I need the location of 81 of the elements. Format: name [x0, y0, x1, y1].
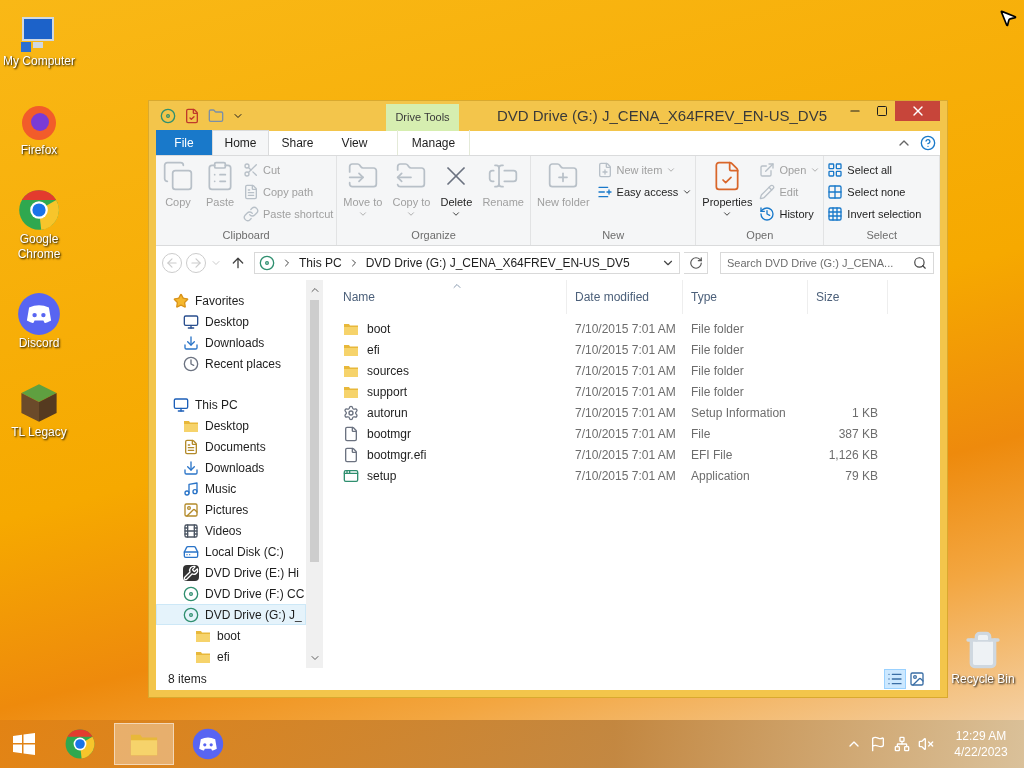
ribbon-group-label: Select: [865, 227, 898, 243]
ribbon-group-label: New: [601, 227, 626, 243]
breadcrumb-segment[interactable]: This PC: [299, 254, 342, 272]
size-cell-text: 1,126 KB: [828, 446, 878, 464]
file-row[interactable]: support 7/10/2015 7:01 AM File folder: [335, 381, 940, 402]
file-name: sources: [367, 362, 410, 380]
ribbon-group-label: Organize: [410, 227, 457, 243]
date-cell-text: 7/10/2015 7:01 AM: [574, 320, 677, 338]
ribbon-command[interactable]: Select none: [827, 182, 922, 202]
column-header[interactable]: Type: [683, 280, 808, 314]
date-cell-text: 7/10/2015 7:01 AM: [574, 446, 677, 464]
file-name: boot: [367, 320, 391, 338]
type-cell-text: File folder: [690, 341, 745, 359]
ribbon-command[interactable]: Properties: [699, 160, 756, 227]
file-name: efi: [367, 341, 380, 359]
nav-item[interactable]: Desktop: [156, 415, 306, 436]
ribbon-tab[interactable]: Home: [212, 130, 269, 155]
nav-item[interactable]: efi: [156, 646, 306, 667]
size-cell-text: 79 KB: [845, 467, 878, 485]
nav-item[interactable]: DVD Drive (E:) Hi: [156, 562, 306, 583]
nav-item[interactable]: Music: [156, 478, 306, 499]
date-cell-text: 7/10/2015 7:01 AM: [574, 425, 677, 443]
nav-item[interactable]: Downloads: [156, 457, 306, 478]
nav-item[interactable]: Local Disk (C:): [156, 541, 306, 562]
type-cell-text: File: [690, 425, 712, 443]
date-cell-text: 7/10/2015 7:01 AM: [574, 404, 677, 422]
type-cell-text: File folder: [690, 383, 745, 401]
type-cell-text: Setup Information: [690, 404, 787, 422]
type-cell-text: File folder: [690, 362, 745, 380]
nav-item[interactable]: Desktop: [156, 311, 306, 332]
file-name: support: [367, 383, 408, 401]
address-bar[interactable]: This PC DVD Drive (G:) J_CENA_X64FREV_EN-US_DV5: [254, 252, 680, 274]
ribbon-tab[interactable]: File: [156, 130, 212, 155]
ribbon-command[interactable]: Invert selection: [827, 204, 922, 224]
nav-item[interactable]: Downloads: [156, 332, 306, 353]
date-cell-text: 7/10/2015 7:01 AM: [574, 383, 677, 401]
ribbon-command[interactable]: History: [759, 204, 821, 224]
file-row[interactable]: boot 7/10/2015 7:01 AM File folder: [335, 318, 940, 339]
file-row[interactable]: autorun 7/10/2015 7:01 AM Setup Information 1 KB: [335, 402, 940, 423]
file-name: bootmgr: [367, 425, 412, 443]
file-name: setup: [367, 467, 397, 485]
ribbon-tab[interactable]: Share: [269, 130, 326, 155]
nav-item[interactable]: Documents: [156, 436, 306, 457]
file-row[interactable]: bootmgr 7/10/2015 7:01 AM File 387 KB: [335, 423, 940, 444]
breadcrumb-segment[interactable]: DVD Drive (G:) J_CENA_X64FREV_EN-US_DV5: [365, 254, 630, 272]
status-text: 8 items: [168, 671, 208, 688]
column-header[interactable]: Date modified: [567, 280, 683, 314]
nav-item[interactable]: Pictures: [156, 499, 306, 520]
ribbon-command[interactable]: Select all: [827, 160, 922, 180]
date-cell-text: 7/10/2015 7:01 AM: [574, 341, 677, 359]
nav-item[interactable]: Videos: [156, 520, 306, 541]
column-header[interactable]: Size: [808, 280, 888, 314]
ribbon-command[interactable]: Delete: [437, 160, 476, 227]
ribbon-tab[interactable]: Manage: [397, 130, 470, 155]
ribbon-command[interactable]: Easy access: [596, 182, 693, 202]
search-field[interactable]: Search DVD Drive (G:) J_CENA...: [720, 252, 934, 274]
file-row[interactable]: bootmgr.efi 7/10/2015 7:01 AM EFI File 1,126 KB: [335, 444, 940, 465]
file-row[interactable]: setup 7/10/2015 7:01 AM Application 79 KB: [335, 465, 940, 486]
nav-item[interactable]: Favorites: [156, 290, 306, 311]
nav-item[interactable]: Recent places: [156, 353, 306, 374]
date-cell-text: 7/10/2015 7:01 AM: [574, 467, 677, 485]
size-cell-text: 387 KB: [838, 425, 878, 443]
context-tab-group: Drive Tools: [386, 104, 459, 131]
nav-item[interactable]: This PC: [156, 394, 306, 415]
nav-item[interactable]: DVD Drive (G:) J_: [156, 604, 306, 625]
file-row[interactable]: sources 7/10/2015 7:01 AM File folder: [335, 360, 940, 381]
file-name: autorun: [367, 404, 408, 422]
ribbon-tab[interactable]: View: [326, 130, 383, 155]
file-row[interactable]: efi 7/10/2015 7:01 AM File folder: [335, 339, 940, 360]
ribbon-group-label: Open: [745, 227, 775, 243]
column-header[interactable]: Name: [335, 280, 567, 314]
size-cell-text: 1 KB: [852, 404, 878, 422]
window-title: DVD Drive (G:) J_CENA_X64FREV_EN-US_DV5: [495, 105, 829, 126]
type-cell-text: Application: [690, 467, 751, 485]
type-cell-text: EFI File: [690, 446, 734, 464]
ribbon-group-label: Clipboard: [221, 227, 271, 243]
nav-item[interactable]: boot: [156, 625, 306, 646]
file-name: bootmgr.efi: [367, 446, 427, 464]
nav-item[interactable]: DVD Drive (F:) CC: [156, 583, 306, 604]
type-cell-text: File folder: [690, 320, 745, 338]
date-cell-text: 7/10/2015 7:01 AM: [574, 362, 677, 380]
